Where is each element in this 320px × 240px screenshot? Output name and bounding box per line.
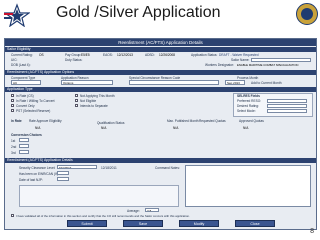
sec-clear-select[interactable]: SECRET (57, 165, 97, 169)
app-status-value: DRAFT - Waiver Requested (219, 53, 259, 57)
navy-seal-icon (296, 3, 318, 25)
intends-separate-radio[interactable] (75, 104, 78, 107)
rate-approve-label: Rate Approve Eligibility (29, 119, 62, 123)
app-type-label: Intends to Separate (80, 104, 108, 108)
not-eligible-radio[interactable] (75, 99, 78, 102)
process-month-select[interactable]: Sep 2013 (225, 80, 245, 85)
adsd-label: ADSD: (145, 53, 155, 57)
conv-row-label: 2nd (11, 145, 17, 149)
in-rate-label: In Rate (11, 119, 22, 123)
workers-designator-label: Workers Designator: (205, 63, 234, 67)
app-type-label: Convert Only (16, 104, 35, 108)
certify-checkbox[interactable] (11, 214, 14, 217)
current-rating-value: OS (39, 53, 44, 57)
conv-row-label: 1st (11, 139, 16, 143)
selres-label: Preferred RESO: (237, 99, 262, 103)
app-type-label: Not Applying This Month (80, 94, 115, 98)
window-title: Reenlistment (AC/FTS) Application Detail… (5, 39, 316, 46)
page-number: 8 (310, 228, 314, 235)
app-type-label: In Rate / Willing To Convert (16, 99, 55, 103)
max-pub-label: Max. Published Month (167, 119, 199, 123)
req-quota-label: Requested Quotas (199, 119, 226, 123)
select-mode-field[interactable] (267, 108, 307, 113)
duty-status-label: Duty Status: (65, 58, 83, 62)
rate-na: N/A (35, 126, 41, 130)
paygrade-value: E5/E5 (81, 53, 90, 57)
app-type-section: Application Type (5, 87, 316, 92)
application-window: Reenlistment (AC/FTS) Application Detail… (4, 38, 317, 230)
app-status-label: Application Status: (191, 53, 218, 57)
pub-na: N/A (173, 126, 179, 130)
certify-text: I have validated all of the information … (16, 214, 190, 218)
desired-rating-field[interactable] (267, 103, 307, 108)
conv-choice-1[interactable] (19, 138, 29, 142)
conversion-title: Conversion Choices (11, 133, 42, 137)
evaluation-pane (19, 185, 179, 207)
preferred-reso-field[interactable] (267, 98, 307, 103)
approved-quota-label: Approved Quotas (239, 119, 264, 123)
ewr-label: Has been on EWR/CAN (If): (19, 172, 59, 176)
selres-label: Select Mode: (237, 109, 256, 113)
approved-na: N/A (243, 126, 249, 130)
in-rate-radio[interactable] (11, 94, 14, 97)
eaos-label: EAOS: (103, 53, 113, 57)
dob-label: DOB (Last 4): (11, 63, 31, 67)
not-applying-radio[interactable] (75, 94, 78, 97)
app-type-label: In Rate (CS) (16, 94, 34, 98)
save-button[interactable]: Save (123, 220, 163, 227)
component-type-select[interactable]: AC (11, 80, 41, 85)
uic-label: UIC: (11, 58, 18, 62)
modify-button[interactable]: Modify (179, 220, 219, 227)
current-rating-label: Current Rating: (11, 53, 33, 57)
command-notes-field[interactable] (185, 165, 311, 207)
slide-title: Gold /Silver Application (56, 4, 221, 21)
workers-designator-value: ENABLE MARITIME COMBAT SPECIALIZATION (237, 63, 299, 67)
sec-clear-label: Security Clearance Level: (19, 166, 56, 170)
conv-choice-3[interactable] (19, 150, 29, 154)
app-type-label: PST (Selected Reserve) (16, 109, 51, 113)
submit-button[interactable]: Submit (67, 220, 107, 227)
details-section: Reenlistment (AC/FTS) Application Detail… (5, 158, 316, 163)
app-reason-select[interactable]: Options (61, 80, 113, 85)
qual-na: N/A (101, 126, 107, 130)
average-label: Average: (127, 209, 140, 213)
sailor-name-field[interactable] (251, 57, 311, 62)
add-current-month-label: Add to Current Month (251, 81, 282, 85)
adsd-value: 12/26/2008 (159, 53, 175, 57)
convert-only-radio[interactable] (11, 104, 14, 107)
app-options-section: Reenlistment (AC/FTS) Application Option… (5, 70, 316, 75)
willing-convert-radio[interactable] (11, 99, 14, 102)
eaos-value: 12/12/2013 (117, 53, 133, 57)
selres-title: SELRES Fields (237, 94, 260, 98)
star-logo-icon (4, 3, 30, 27)
slide-header: Gold /Silver Application (0, 0, 320, 30)
paygrade-label: Pay Group: (65, 53, 82, 57)
sailor-name-label: Sailor Name: (231, 58, 250, 62)
close-button[interactable]: Close (235, 220, 275, 227)
njp-label: Date of last NJP: (19, 178, 43, 182)
average-field: 3.8 (145, 208, 159, 212)
conv-choice-2[interactable] (19, 144, 29, 148)
pst-radio[interactable] (11, 109, 14, 112)
njp-field[interactable] (57, 177, 69, 181)
rate-date-value: 12/18/2011 (101, 166, 117, 170)
selres-label: Desired Rating: (237, 104, 259, 108)
app-type-label: Not Eligible (80, 99, 97, 103)
sailor-eligibility-section: Sailor Eligibility (5, 47, 316, 52)
special-circumstance-field[interactable] (129, 80, 219, 85)
qual-status-label: Qualification Status (97, 121, 125, 125)
notes-label: Command Notes: (155, 166, 180, 170)
ewr-field[interactable] (57, 171, 69, 175)
conv-row-label: 3rd (11, 151, 16, 155)
